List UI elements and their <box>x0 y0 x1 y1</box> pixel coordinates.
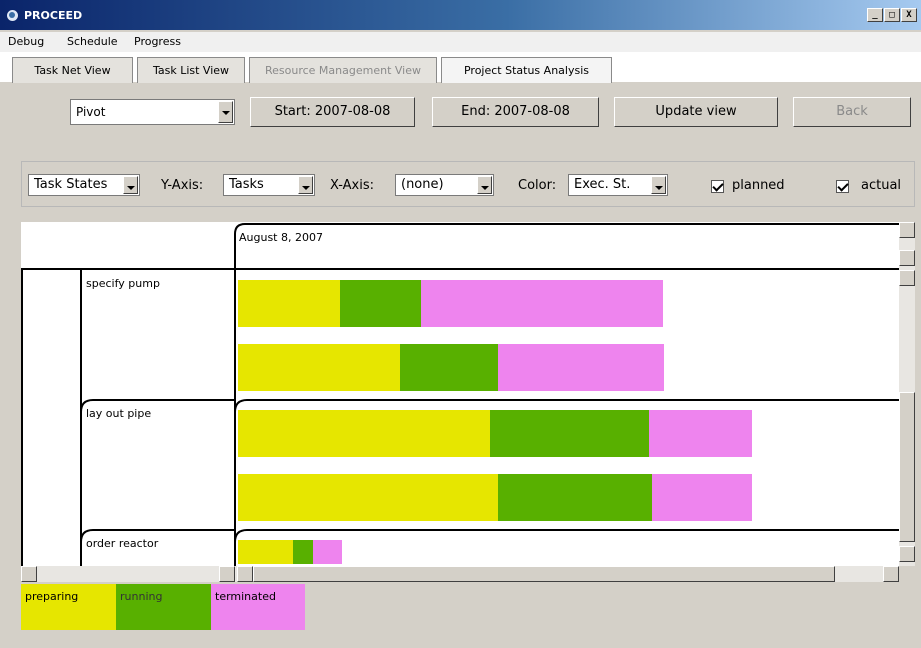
view-mode-value: Pivot <box>76 105 106 119</box>
chevron-down-icon <box>123 176 138 194</box>
bar-preparing-planned <box>238 410 490 457</box>
y-axis-select[interactable]: Tasks <box>223 174 315 196</box>
bar-terminated-planned <box>313 540 342 564</box>
back-button[interactable]: Back <box>793 97 911 127</box>
window-title: PROCEED <box>24 9 83 22</box>
tab-project-status-analysis[interactable]: Project Status Analysis <box>441 57 612 83</box>
vertical-scrollbar[interactable] <box>899 222 915 566</box>
bar-running-planned <box>293 540 313 564</box>
tab-resource-management-view[interactable]: Resource Management View <box>249 57 437 83</box>
x-axis-value: (none) <box>401 177 444 192</box>
maximize-button[interactable]: □ <box>884 8 900 22</box>
bar-running-planned <box>340 280 421 327</box>
bar-preparing-actual <box>238 474 498 521</box>
task-name-label: specify pump <box>86 277 160 290</box>
start-date-button[interactable]: Start: 2007-08-08 <box>250 97 415 127</box>
menu-schedule[interactable]: Schedule <box>67 35 118 48</box>
actual-checkbox[interactable] <box>836 180 849 193</box>
menu-debug[interactable]: Debug <box>8 35 44 48</box>
scroll-right-button[interactable] <box>883 566 899 582</box>
scroll-down-button[interactable] <box>899 546 915 562</box>
color-value: Exec. St. <box>574 177 631 192</box>
bar-running-actual <box>498 474 652 521</box>
legend-running: running <box>116 584 211 630</box>
bar-terminated-planned <box>421 280 663 327</box>
horizontal-scrollbar[interactable] <box>21 566 899 582</box>
color-label: Color: <box>518 178 557 193</box>
scroll-up-button[interactable] <box>899 222 915 238</box>
chevron-down-icon <box>298 176 313 194</box>
tab-task-net-view[interactable]: Task Net View <box>12 57 133 83</box>
row-header-scroll-right-button[interactable] <box>219 566 235 582</box>
planned-checkbox[interactable] <box>711 180 724 193</box>
scroll-left-button[interactable] <box>21 566 37 582</box>
date-header-label: August 8, 2007 <box>239 231 323 244</box>
scroll-up-button-2[interactable] <box>899 270 915 286</box>
x-axis-label: X-Axis: <box>330 178 375 193</box>
legend-preparing: preparing <box>21 584 116 630</box>
bar-running-planned <box>490 410 649 457</box>
task-name-label: lay out pipe <box>86 407 151 420</box>
vertical-scroll-thumb[interactable] <box>899 392 915 542</box>
planned-label: planned <box>732 178 785 193</box>
y-axis-value: Tasks <box>229 177 264 192</box>
chevron-down-icon <box>477 176 492 194</box>
task-name-label: order reactor <box>86 537 159 550</box>
bar-terminated-actual <box>498 344 664 391</box>
end-date-button[interactable]: End: 2007-08-08 <box>432 97 599 127</box>
view-mode-select[interactable]: Pivot <box>70 99 235 125</box>
app-icon <box>6 9 19 22</box>
minimize-button[interactable]: _ <box>867 8 883 22</box>
title-bar <box>0 0 921 30</box>
bar-preparing-planned <box>238 540 293 564</box>
bar-running-actual <box>400 344 498 391</box>
chevron-down-icon <box>218 101 233 123</box>
bar-terminated-planned <box>649 410 752 457</box>
close-button[interactable]: X <box>901 8 917 22</box>
tab-task-list-view[interactable]: Task List View <box>137 57 245 83</box>
update-view-button[interactable]: Update view <box>614 97 778 127</box>
bar-terminated-actual <box>652 474 752 521</box>
color-select[interactable]: Exec. St. <box>568 174 668 196</box>
horizontal-scroll-thumb[interactable] <box>253 566 835 582</box>
menu-progress[interactable]: Progress <box>134 35 181 48</box>
task-state-chart: August 8, 2007 specify pump lay out pipe or… <box>21 222 899 566</box>
bar-preparing-planned <box>238 280 340 327</box>
chart-scroll-left-button[interactable] <box>237 566 253 582</box>
header-scroll-down-button[interactable] <box>899 250 915 266</box>
x-axis-select[interactable]: (none) <box>395 174 494 196</box>
chart-canvas: August 8, 2007 specify pump lay out pipe or… <box>21 223 899 566</box>
y-axis-label: Y-Axis: <box>161 178 204 193</box>
actual-label: actual <box>861 178 902 193</box>
legend-terminated: terminated <box>211 584 305 630</box>
measure-value: Task States <box>34 177 108 192</box>
measure-select[interactable]: Task States <box>28 174 140 196</box>
bar-preparing-actual <box>238 344 400 391</box>
date-header-frame <box>234 223 899 268</box>
chevron-down-icon <box>651 176 666 194</box>
